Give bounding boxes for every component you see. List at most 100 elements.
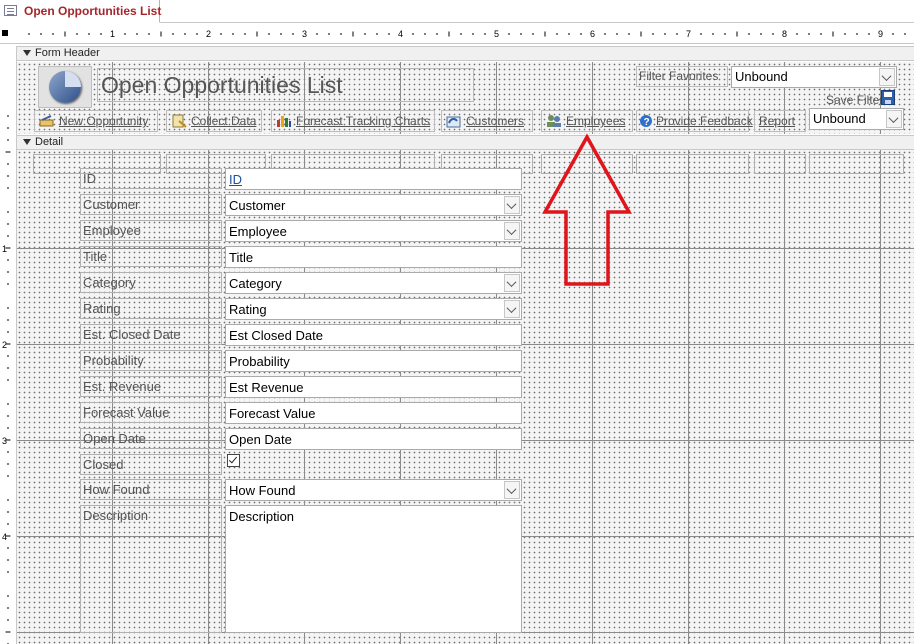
customer-value: Customer [229, 198, 286, 213]
forecast-tracking-charts-button[interactable]: Forecast Tracking Charts [271, 110, 435, 132]
red-up-arrow-annotation [542, 133, 632, 286]
ruler-label: 2 [2, 340, 7, 350]
customers-icon [446, 116, 461, 128]
est-revenue-field[interactable]: Est Revenue [225, 376, 522, 398]
description-label: Description [80, 505, 222, 633]
document-tab[interactable]: Open Opportunities List [0, 0, 162, 23]
document-tab-title: Open Opportunities List [24, 4, 162, 18]
pie-slice [65, 71, 81, 87]
ruler-label: 9 [878, 29, 883, 39]
ruler-label: 3 [2, 436, 7, 446]
new-opportunity-button[interactable]: New Opportunity [34, 110, 158, 132]
column-header-stub[interactable] [754, 154, 806, 174]
ruler-label: 4 [2, 532, 7, 542]
forecast-value-label: Forecast Value [80, 402, 222, 423]
employees-button[interactable]: Employees [541, 110, 633, 132]
employees-label: Employees [566, 114, 626, 128]
collect-data-label: Collect Data [191, 114, 257, 128]
customer-label: Customer [80, 194, 222, 215]
id-label: ID [80, 168, 222, 189]
chevron-down-icon[interactable] [886, 110, 902, 128]
checkmark-icon [228, 454, 238, 464]
customer-combo[interactable]: Customer [225, 194, 522, 216]
form-title: Open Opportunities List [101, 72, 343, 98]
description-field[interactable]: Description [225, 505, 522, 633]
grid-line [784, 150, 785, 644]
section-collapse-icon [23, 139, 31, 145]
chevron-down-icon[interactable] [504, 481, 520, 499]
rating-combo[interactable]: Rating [225, 298, 522, 320]
form-icon [4, 5, 17, 16]
chevron-down-icon[interactable] [504, 222, 520, 240]
report-label-text: Report [759, 114, 796, 128]
title-field[interactable]: Title [225, 246, 522, 268]
column-header-stub[interactable] [636, 154, 749, 174]
ruler-label: 3 [302, 29, 307, 39]
ruler-label: 1 [110, 29, 115, 39]
filter-favorites-value: Unbound [735, 69, 788, 84]
detail-label: Detail [35, 136, 64, 148]
id-field[interactable]: ID [225, 168, 522, 190]
grid-line [880, 150, 881, 644]
title-label: Title [80, 246, 222, 267]
employee-dropdown[interactable] [503, 221, 521, 241]
category-dropdown[interactable] [503, 273, 521, 293]
chart-icon [277, 116, 291, 127]
form-header-label: Form Header [35, 47, 100, 59]
collect-data-button[interactable]: Collect Data [166, 110, 262, 132]
employee-combo[interactable]: Employee [225, 220, 522, 242]
chevron-down-icon[interactable] [504, 196, 520, 214]
new-record-icon [39, 115, 54, 127]
chevron-down-icon[interactable] [504, 274, 520, 292]
forecast-value-field[interactable]: Forecast Value [225, 402, 522, 424]
category-combo[interactable]: Category [225, 272, 522, 294]
form-logo-image[interactable] [38, 66, 92, 108]
employees-icon [547, 115, 561, 127]
probability-field[interactable]: Probability [225, 350, 522, 372]
provide-feedback-label: Provide Feedback [656, 114, 753, 128]
svg-text:?: ? [644, 117, 650, 128]
closed-label: Closed [80, 454, 222, 475]
filter-favorites-label: Filter Favorites [636, 66, 728, 87]
customers-button[interactable]: Customers [441, 110, 533, 132]
chevron-down-icon[interactable] [879, 68, 895, 86]
category-value: Category [229, 276, 282, 291]
ruler-label: 5 [494, 29, 499, 39]
help-icon: ? [640, 115, 652, 128]
open-date-label: Open Date [80, 428, 222, 449]
detail-section-bar[interactable]: Detail [17, 135, 914, 150]
how-found-value: How Found [229, 483, 296, 498]
save-filter-label: Save Filter [826, 93, 884, 107]
chevron-down-icon[interactable] [504, 300, 520, 318]
form-header-section-bar[interactable]: Form Header [17, 46, 914, 61]
probability-label: Probability [80, 350, 222, 371]
ruler-label: 6 [590, 29, 595, 39]
customer-dropdown[interactable] [503, 195, 521, 215]
employee-value: Employee [229, 224, 287, 239]
est-closed-date-field[interactable]: Est Closed Date [225, 324, 522, 346]
how-found-dropdown[interactable] [503, 480, 521, 500]
employee-label: Employee [80, 220, 222, 241]
rating-dropdown[interactable] [503, 299, 521, 319]
column-header-stub[interactable] [809, 154, 904, 174]
document-tab-strip: Open Opportunities List [0, 0, 914, 23]
est-closed-date-label: Est. Closed Date [80, 324, 222, 345]
category-label: Category [80, 272, 222, 293]
open-date-field[interactable]: Open Date [225, 428, 522, 450]
how-found-combo[interactable]: How Found [225, 479, 522, 501]
report-combo[interactable]: Unbound [809, 108, 904, 130]
report-label: Report [754, 110, 806, 132]
ruler-label: 7 [686, 29, 691, 39]
report-value: Unbound [813, 111, 866, 126]
customers-label: Customers [466, 114, 525, 128]
provide-feedback-button[interactable]: ? Provide Feedback [636, 110, 753, 132]
est-revenue-label: Est. Revenue [80, 376, 222, 397]
rating-value: Rating [229, 302, 267, 317]
filter-favorites-combo[interactable]: Unbound [731, 66, 897, 88]
save-icon[interactable] [881, 90, 895, 105]
new-opportunity-label: New Opportunity [59, 114, 149, 128]
closed-checkbox[interactable] [227, 454, 240, 467]
ruler-label: 4 [398, 29, 403, 39]
collect-data-icon [172, 114, 187, 128]
section-collapse-icon [23, 50, 31, 56]
